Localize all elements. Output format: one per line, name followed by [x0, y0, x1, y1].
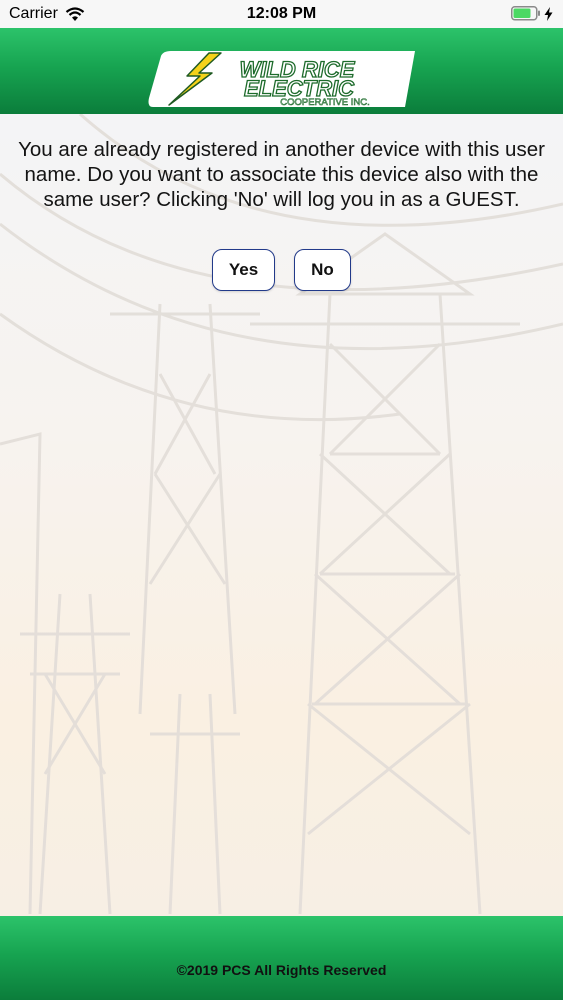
charging-bolt-icon — [544, 6, 553, 21]
app-footer: ©2019 PCS All Rights Reserved — [0, 916, 563, 1000]
copyright-text: ©2019 PCS All Rights Reserved — [176, 962, 387, 978]
no-button[interactable]: No — [294, 249, 351, 291]
logo-text-line3: COOPERATIVE INC. — [280, 97, 370, 108]
status-bar: Carrier 12:08 PM — [0, 0, 563, 28]
background-image — [0, 114, 563, 916]
registration-message: You are already registered in another de… — [18, 138, 545, 211]
status-right — [511, 6, 553, 21]
power-lines-background — [0, 114, 563, 915]
app-header: WILD RICE ELECTRIC COOPERATIVE INC. — [0, 28, 563, 114]
company-logo: WILD RICE ELECTRIC COOPERATIVE INC. — [147, 50, 417, 108]
status-time: 12:08 PM — [246, 5, 317, 22]
battery-icon — [511, 6, 540, 21]
yes-button[interactable]: Yes — [212, 249, 275, 291]
